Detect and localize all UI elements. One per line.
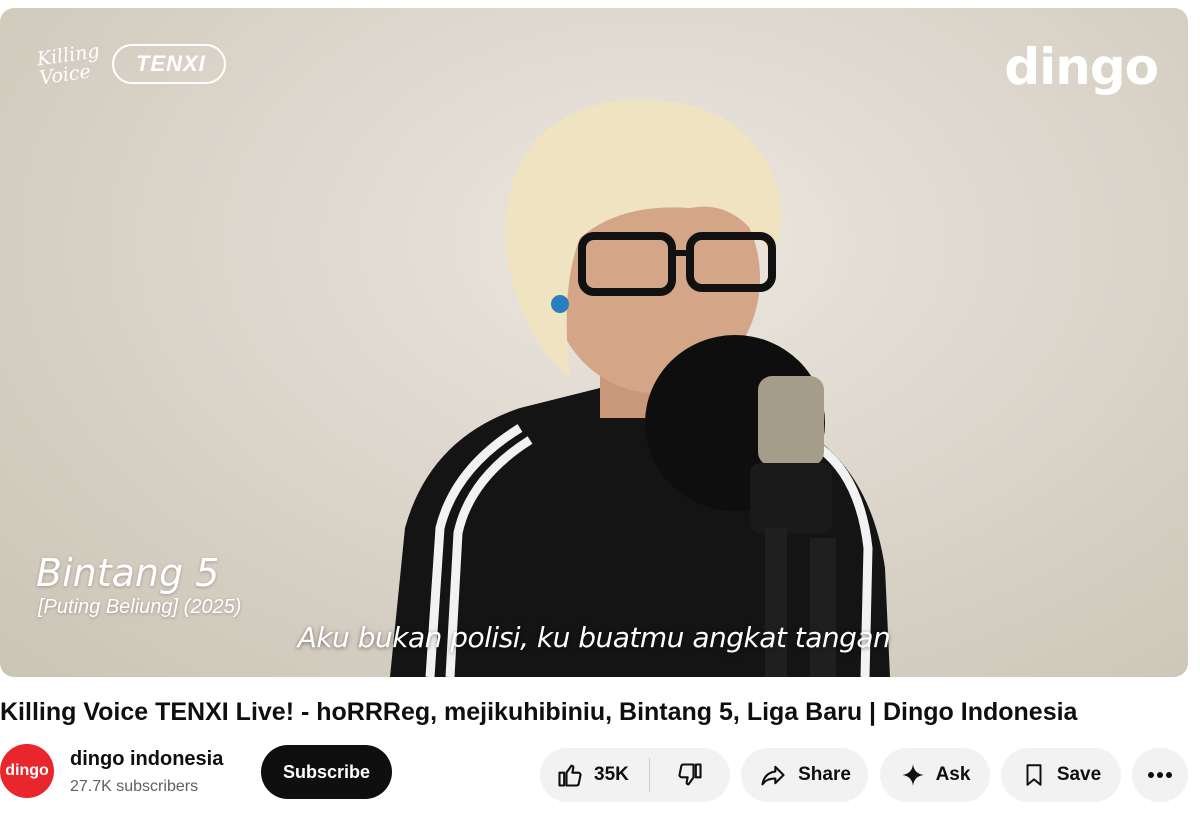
dislike-button[interactable] xyxy=(650,748,730,802)
subscriber-count: 27.7K subscribers xyxy=(70,778,199,795)
sparkle-icon xyxy=(901,764,924,786)
save-label: Save xyxy=(1056,764,1102,785)
save-button[interactable]: Save xyxy=(1001,748,1121,802)
channel-name[interactable]: dingo indonesia xyxy=(70,748,223,771)
like-dislike-group: 35K xyxy=(540,748,730,802)
share-icon xyxy=(761,765,785,786)
more-icon xyxy=(1148,772,1172,778)
share-label: Share xyxy=(798,764,851,785)
song-title-overlay: Bintang 5 xyxy=(36,551,220,595)
logo-script-text: Killing Voice xyxy=(35,40,101,90)
ask-button[interactable]: Ask xyxy=(880,748,990,802)
song-subtitle-overlay: [Puting Beliung] (2025) xyxy=(38,596,242,618)
ask-label: Ask xyxy=(935,764,971,785)
logo-badge: TENXI xyxy=(112,44,226,84)
channel-row: dingo dingo indonesia 27.7K subscribers … xyxy=(0,744,1190,802)
video-player[interactable]: Killing Voice TENXI dingo Bintang 5 [Put… xyxy=(0,8,1188,677)
lyric-caption: Aku bukan polisi, ku buatmu angkat tanga… xyxy=(297,621,891,654)
video-title: Killing Voice TENXI Live! - hoRRReg, mej… xyxy=(0,698,1078,726)
avatar-text: dingo xyxy=(5,762,49,779)
subscribe-button[interactable]: Subscribe xyxy=(261,745,392,799)
channel-avatar[interactable]: dingo xyxy=(0,744,54,798)
bookmark-icon xyxy=(1026,764,1042,786)
like-count: 35K xyxy=(594,764,629,785)
killing-voice-logo: Killing Voice TENXI xyxy=(35,40,226,89)
share-button[interactable]: Share xyxy=(741,748,868,802)
thumbs-down-icon xyxy=(678,763,702,786)
more-actions-button[interactable] xyxy=(1132,748,1188,802)
thumbs-up-icon xyxy=(558,764,582,787)
like-button[interactable]: 35K xyxy=(540,748,629,802)
dingo-logo: dingo xyxy=(1004,38,1159,96)
